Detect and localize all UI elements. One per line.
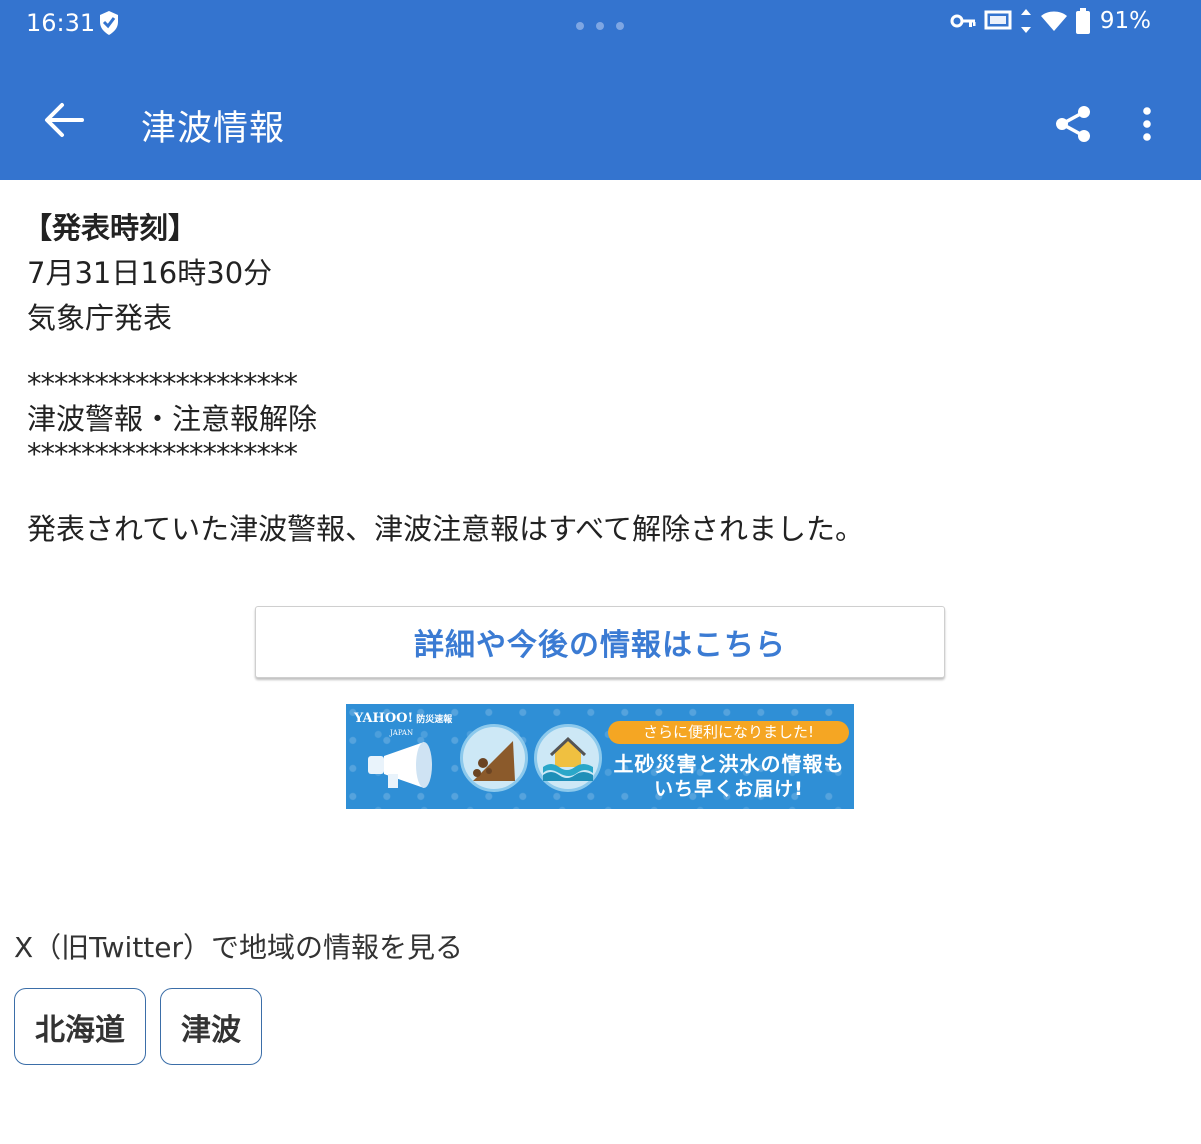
battery-icon (1075, 8, 1090, 34)
bulletin-issuer: 気象庁発表 (27, 301, 173, 335)
flood-icon (534, 724, 602, 792)
separator-bottom: ******************** (27, 437, 298, 471)
detail-info-button[interactable]: 詳細や今後の情報はこちら (255, 606, 945, 678)
back-arrow-icon[interactable] (42, 102, 84, 138)
landslide-icon (460, 724, 528, 792)
bulletin-body: 【発表時刻】 7月31日16時30分 気象庁発表 ***************… (23, 206, 864, 552)
vpn-key-icon (950, 14, 976, 28)
status-icons: 91% (950, 8, 1151, 34)
megaphone-icon (368, 742, 432, 788)
bulletin-heading: 【発表時刻】 (23, 211, 198, 245)
share-icon[interactable] (1054, 105, 1092, 143)
tag-hokkaido[interactable]: 北海道 (14, 988, 146, 1065)
page-indicator (576, 22, 624, 30)
banner-line-1: 土砂災害と洪水の情報も (613, 752, 845, 776)
cast-icon (984, 10, 1012, 30)
battery-percent: 91% (1099, 8, 1151, 34)
region-tags: 北海道 津波 (14, 988, 262, 1065)
status-time: 16:31 (26, 9, 96, 37)
data-arrows-icon (1020, 9, 1031, 33)
detail-info-button-label: 詳細や今後の情報はこちら (414, 628, 786, 663)
status-bar: 16:31 91% (0, 0, 1201, 48)
tag-tsunami[interactable]: 津波 (160, 988, 262, 1065)
disaster-alert-banner[interactable]: YAHOO! 防災速報 JAPAN さらに便利になりました! 土砂災害と洪水の情報… (346, 704, 854, 809)
wifi-icon (1040, 11, 1067, 31)
banner-pill: さらに便利になりました! (608, 721, 849, 744)
separator-top: ******************** (27, 367, 298, 401)
banner-line-2: いち早くお届け! (654, 778, 804, 800)
bulletin-datetime: 7月31日16時30分 (27, 256, 273, 290)
more-vert-icon[interactable] (1134, 106, 1160, 142)
bulletin-message: 発表されていた津波警報、津波注意報はすべて解除されました。 (27, 512, 864, 546)
yahoo-logo: YAHOO! 防災速報 JAPAN (354, 711, 453, 737)
page-title: 津波情報 (141, 109, 286, 149)
shield-icon (100, 11, 118, 35)
app-bar: 津波情報 (0, 48, 1201, 180)
bulletin-subject: 津波警報・注意報解除 (27, 402, 318, 436)
x-section-label: X（旧Twitter）で地域の情報を見る (14, 931, 464, 964)
